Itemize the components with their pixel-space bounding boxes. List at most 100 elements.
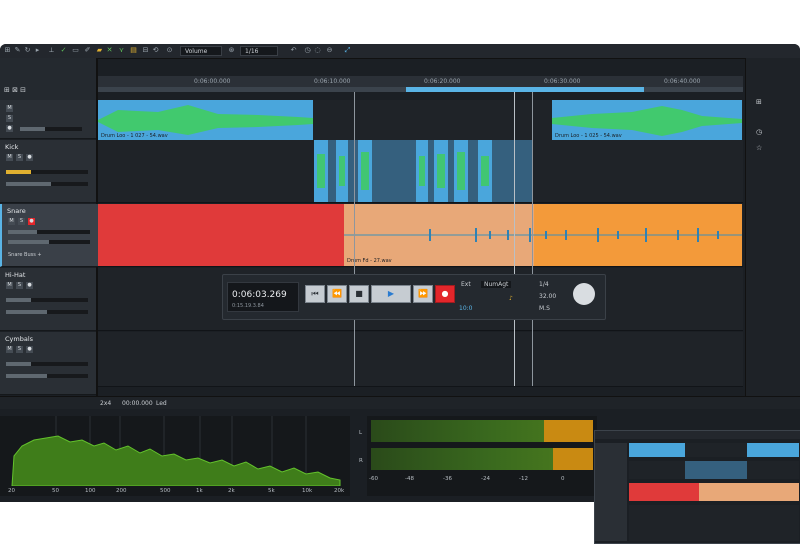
snap-icon[interactable]: ↻ <box>24 47 31 54</box>
grid-icon[interactable]: ⊟ <box>142 47 149 54</box>
rewind-start-button[interactable]: ⏮ <box>305 285 325 303</box>
loop-icon[interactable]: ⟲ <box>152 47 159 54</box>
freq-label: 10k <box>302 488 313 494</box>
quantize-icon[interactable]: ⊛ <box>228 47 235 54</box>
track-name: Hi-Hat <box>5 271 26 279</box>
erase-icon[interactable]: ▰ <box>96 47 103 54</box>
track-solo-button[interactable]: S <box>16 346 23 353</box>
track-solo-button[interactable]: S <box>6 115 13 122</box>
freq-label: 100 <box>85 488 96 494</box>
add-track-icon[interactable]: ⊞ ⊠ ⊟ <box>4 86 26 94</box>
track-name: Cymbals <box>5 335 34 343</box>
track-header-hihat[interactable]: Hi-Hat M S ● <box>0 268 96 331</box>
draw-icon[interactable]: ✐ <box>84 47 91 54</box>
quantize-dropdown[interactable]: 1/16 <box>240 46 278 56</box>
master-volume-knob[interactable] <box>573 283 595 305</box>
freq-label: 200 <box>116 488 127 494</box>
timer-icon[interactable]: ◷ <box>304 47 311 54</box>
split-icon[interactable]: ⟂ <box>48 47 55 54</box>
track-solo-button[interactable]: S <box>18 218 25 225</box>
browser-icon[interactable]: ⊞ <box>756 98 762 106</box>
track-pan-fader[interactable] <box>6 310 88 314</box>
zoom-out-icon[interactable]: ⊖ <box>326 47 333 54</box>
audio-clip[interactable] <box>534 204 742 266</box>
track-mute-button[interactable]: M <box>6 346 13 353</box>
track-solo-button[interactable]: S <box>16 154 23 161</box>
audio-clip[interactable]: Drum Loo - 1 025 - 54.wav <box>552 100 742 140</box>
track-header-drumloop[interactable]: M S ● <box>0 100 96 139</box>
track-header-snare[interactable]: Snare M S ● Snare Buss + <box>0 204 98 267</box>
metronome-icon[interactable]: ♪ <box>509 295 513 302</box>
bpm-value[interactable]: 32.00 <box>539 293 556 300</box>
track-volume-fader[interactable] <box>6 362 88 366</box>
undo-icon[interactable]: ↶ <box>290 47 297 54</box>
ruler-tick: 0:06:40.000 <box>664 78 701 85</box>
track-mute-button[interactable]: M <box>8 218 15 225</box>
track-pan-fader[interactable] <box>8 240 90 244</box>
mixer-icon[interactable]: ⊞ <box>4 47 11 54</box>
audio-clip[interactable] <box>98 204 344 266</box>
metronome-dropdown[interactable]: NumAgt <box>481 281 512 288</box>
edit-icon[interactable]: ✎ <box>14 47 21 54</box>
track-name: Kick <box>5 143 19 151</box>
track-mute-button[interactable]: M <box>6 105 13 112</box>
status-left: 2x4 <box>100 400 112 407</box>
lane-cymbals[interactable] <box>98 332 743 387</box>
audio-clip[interactable] <box>478 140 492 202</box>
audio-clip[interactable]: Drum Loo - 1 027 - 54.wav <box>98 100 313 140</box>
tempo-division[interactable]: 1/4 <box>539 281 549 288</box>
track-volume-fader[interactable] <box>20 127 82 131</box>
track-pan-fader[interactable] <box>6 182 88 186</box>
playhead[interactable] <box>514 92 515 386</box>
time-sig-label[interactable]: M.S <box>539 305 550 312</box>
track-bus-label[interactable]: Snare Buss + <box>8 252 42 258</box>
track-header-kick[interactable]: Kick M S ● <box>0 140 96 203</box>
check-icon[interactable]: ✓ <box>60 47 67 54</box>
track-volume-fader[interactable] <box>6 170 88 174</box>
audio-clip[interactable] <box>454 140 468 202</box>
audio-clip[interactable] <box>416 140 428 202</box>
clock-icon[interactable]: ◷ <box>756 128 762 136</box>
track-rec-button[interactable]: ● <box>26 346 33 353</box>
track-solo-button[interactable]: S <box>16 282 23 289</box>
bend-icon[interactable]: ⋎ <box>118 47 125 54</box>
record-button[interactable]: ● <box>435 285 455 303</box>
range-icon[interactable]: ▭ <box>72 47 79 54</box>
track-mute-button[interactable]: M <box>6 154 13 161</box>
spectrum-analyzer: 20 50 100 200 500 1k 2k 5k 10k 20k <box>0 416 350 496</box>
meter-peak <box>553 448 593 470</box>
track-rec-button[interactable]: ● <box>26 154 33 161</box>
listen-icon[interactable]: ▤ <box>130 47 137 54</box>
lane-kick[interactable] <box>98 140 743 203</box>
loop-range[interactable] <box>406 87 644 92</box>
track-rec-button[interactable]: ● <box>28 218 35 225</box>
track-rec-button[interactable]: ● <box>26 282 33 289</box>
thumbnail-clip <box>747 443 799 457</box>
play-button[interactable]: ▶ <box>371 285 411 303</box>
track-volume-fader[interactable] <box>6 298 88 302</box>
audio-clip[interactable] <box>358 140 372 202</box>
automation-icon[interactable]: ⊙ <box>166 47 173 54</box>
redo-icon[interactable]: ◌ <box>314 47 321 54</box>
sync-label[interactable]: Ext <box>461 281 471 288</box>
audio-clip[interactable] <box>314 140 328 202</box>
track-mute-button[interactable]: M <box>6 282 13 289</box>
cursor-icon[interactable]: ▸ <box>34 47 41 54</box>
star-icon[interactable]: ☆ <box>756 144 762 152</box>
lane-drumloop[interactable]: Drum Loo - 1 027 - 54.wav Drum Loo - 1 0… <box>98 100 743 141</box>
automation-dropdown[interactable]: Volume <box>180 46 222 56</box>
fast-forward-button[interactable]: ⏩ <box>413 285 433 303</box>
stop-button[interactable]: ■ <box>349 285 369 303</box>
lane-snare[interactable]: Drum Fd - 27.wav <box>98 204 743 267</box>
rewind-button[interactable]: ⏪ <box>327 285 347 303</box>
track-rec-button[interactable]: ● <box>6 125 13 132</box>
track-pan-fader[interactable] <box>6 374 88 378</box>
track-header-cymbals[interactable]: Cymbals M S ● <box>0 332 96 395</box>
audio-clip[interactable] <box>434 140 448 202</box>
audio-clip[interactable] <box>336 140 348 202</box>
expand-icon[interactable]: ⤢ <box>344 47 351 54</box>
mute-tool-icon[interactable]: ✕ <box>106 47 113 54</box>
audio-clip[interactable] <box>344 204 534 266</box>
timeline-ruler[interactable]: 0:06:00.000 0:06:10.000 0:06:20.000 0:06… <box>98 76 743 92</box>
track-volume-fader[interactable] <box>8 230 90 234</box>
